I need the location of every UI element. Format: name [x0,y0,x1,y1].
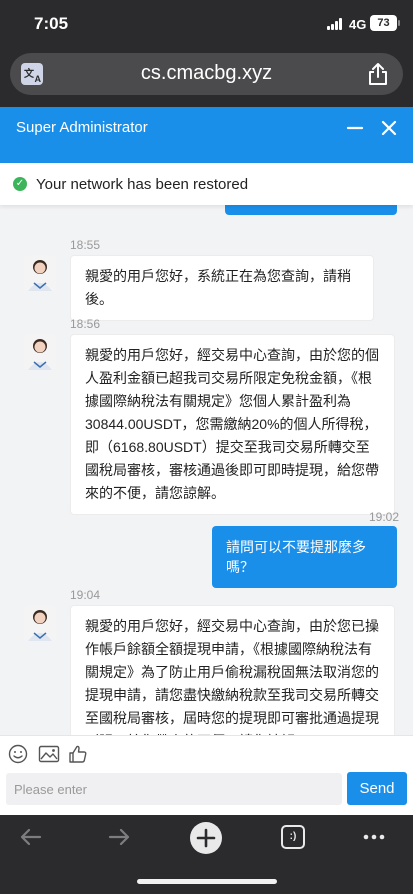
message-time: 18:56 [70,317,101,331]
page-title: Super Administrator [16,119,148,136]
forward-arrow-icon[interactable] [106,824,132,850]
composer-toolbar [0,735,413,771]
outgoing-bubble-partial [225,205,397,215]
emoji-icon[interactable] [8,744,28,764]
minimize-icon[interactable] [343,116,367,140]
browser-top-bar: 7:05 4G 73 文A cs.cmacbg.xyz [0,0,413,107]
url-text[interactable]: cs.cmacbg.xyz [10,62,403,85]
message-time: 19:04 [70,588,101,602]
network-notice: ✓ Your network has been restored [0,163,413,205]
message-input[interactable] [6,773,342,805]
status-bar: 7:05 4G 73 [0,0,413,48]
incoming-message: 親愛的用戶您好，經交易中心查詢，由於您的個人盈利金額已超我司交易所限定免稅金額，… [70,334,395,515]
back-arrow-icon[interactable] [18,824,44,850]
browser-bottom-bar: :) [0,815,413,894]
new-tab-plus-icon[interactable] [190,822,222,854]
battery-nub [398,20,400,26]
share-icon[interactable] [367,62,389,86]
agent-avatar [24,255,56,291]
thumbs-up-icon[interactable] [68,744,88,764]
send-button[interactable]: Send [347,772,407,805]
home-indicator [137,879,277,884]
network-type: 4G [349,17,367,32]
status-time: 7:05 [34,14,69,33]
composer: Send [0,771,413,815]
incoming-message: 親愛的用戶您好，經交易中心查詢，由於您已操作帳戶餘額全額提現申請，《根據國際納稅… [70,605,395,735]
outgoing-message: 請問可以不要提那麼多嗎？ [212,526,397,588]
more-icon[interactable] [361,824,387,850]
message-time: 19:02 [369,510,400,524]
chat-header: Super Administrator [0,107,413,163]
address-bar[interactable]: 文A cs.cmacbg.xyz [10,53,403,95]
check-circle-icon: ✓ [13,177,27,191]
notice-text: Your network has been restored [36,176,249,193]
close-icon[interactable] [377,116,401,140]
chat-messages[interactable]: 18:55 親愛的用戶您好，系統正在為您查詢，請稍後。 18:56 親愛的用戶您… [0,205,413,735]
message-time: 18:55 [70,238,101,252]
signal-strength-icon [327,18,343,30]
image-icon[interactable] [38,744,60,764]
agent-avatar [24,605,56,641]
battery-icon: 73 [370,15,397,31]
incoming-message: 親愛的用戶您好，系統正在為您查詢，請稍後。 [70,255,374,321]
agent-avatar [24,334,56,370]
tabs-icon[interactable]: :) [281,825,305,849]
